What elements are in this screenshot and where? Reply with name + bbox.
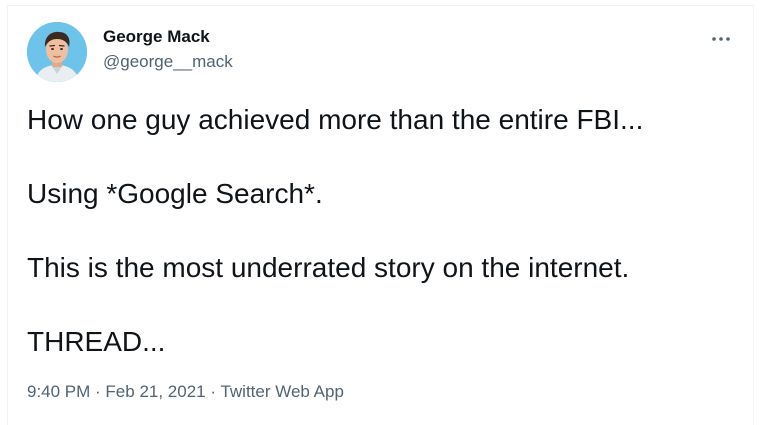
author-handle[interactable]: @george__mack	[103, 52, 233, 72]
tweet-line: Using *Google Search*.	[27, 178, 323, 209]
tweet-line: This is the most underrated story on the…	[27, 252, 630, 283]
tweet-date[interactable]: Feb 21, 2021	[105, 382, 205, 401]
tweet-card: George Mack @george__mack How one guy ac…	[7, 5, 754, 425]
tweet-line: How one guy achieved more than the entir…	[27, 104, 644, 135]
more-options-button[interactable]	[701, 24, 741, 54]
avatar[interactable]	[27, 22, 87, 82]
meta-separator: ·	[205, 382, 221, 401]
tweet-line: THREAD...	[27, 326, 166, 357]
meta-separator: ·	[90, 382, 106, 401]
author-display-name[interactable]: George Mack	[103, 27, 210, 47]
tweet-metadata: 9:40 PM · Feb 21, 2021 · Twitter Web App	[27, 382, 344, 402]
more-horizontal-icon	[712, 37, 730, 41]
avatar-illustration	[27, 22, 87, 82]
tweet-time[interactable]: 9:40 PM	[27, 382, 90, 401]
tweet-text: How one guy achieved more than the entir…	[27, 102, 737, 398]
tweet-source[interactable]: Twitter Web App	[220, 382, 343, 401]
